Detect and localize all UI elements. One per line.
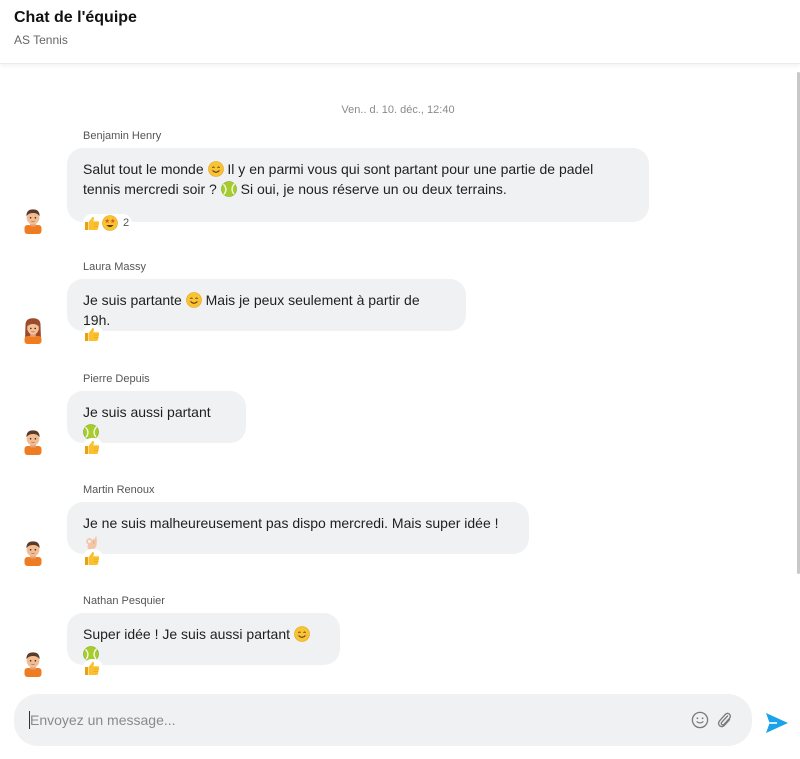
thumbs-up-emoji-icon [84, 550, 100, 566]
message-composer [14, 694, 752, 746]
message-sender: Martin Renoux [83, 484, 155, 496]
reaction-count: 2 [123, 217, 130, 229]
avatar[interactable] [22, 316, 44, 344]
message-text: Super idée ! Je suis aussi partant [83, 626, 291, 642]
message-text: Je suis aussi partant [83, 404, 211, 420]
date-separator: Ven.. d. 10. déc., 12:40 [341, 104, 455, 116]
message-reactions[interactable]: 2 [83, 214, 133, 232]
smiling-face-emoji-icon [186, 292, 202, 308]
message-text: tennis mercredi soir ? [83, 181, 217, 197]
message-bubble[interactable]: Je suis aussi partant [67, 391, 246, 443]
chat-title: Chat de l'équipe [14, 9, 137, 26]
team-name: AS Tennis [14, 33, 68, 47]
chat-header: Chat de l'équipe AS Tennis [0, 0, 800, 64]
tennis-ball-emoji-icon [221, 181, 237, 197]
message-text: Salut tout le monde [83, 161, 204, 177]
message-bubble[interactable]: Je suis partante Mais je peux seulement … [67, 279, 466, 331]
message-sender: Benjamin Henry [83, 130, 162, 142]
message-text: Je ne suis malheureusement pas dispo mer… [83, 515, 499, 531]
send-icon[interactable] [764, 710, 790, 736]
avatar[interactable] [22, 649, 44, 677]
message-input[interactable] [30, 694, 670, 746]
message-feed[interactable]: Ven.. d. 10. déc., 12:40 Benjamin Henry … [0, 64, 796, 682]
message-reactions[interactable] [83, 659, 103, 677]
star-struck-emoji-icon [102, 215, 118, 231]
message-text: Il y en parmi vous qui sont partant pour… [227, 161, 594, 177]
thumbs-up-emoji-icon [84, 660, 100, 676]
avatar[interactable] [22, 427, 44, 455]
avatar[interactable] [22, 206, 44, 234]
thumbs-up-emoji-icon [84, 439, 100, 455]
attachment-icon[interactable] [715, 710, 733, 730]
message-reactions[interactable] [83, 438, 103, 456]
thumbs-up-emoji-icon [84, 215, 100, 231]
emoji-picker-icon[interactable] [691, 711, 709, 729]
smiling-face-emoji-icon [294, 626, 310, 642]
message-bubble[interactable]: Super idée ! Je suis aussi partant [67, 613, 340, 665]
message-sender: Nathan Pesquier [83, 595, 165, 607]
message-sender: Laura Massy [83, 261, 146, 273]
thumbs-up-emoji-icon [84, 326, 100, 342]
message-bubble[interactable]: Salut tout le monde Il y en parmi vous q… [67, 148, 649, 222]
message-bubble[interactable]: Je ne suis malheureusement pas dispo mer… [67, 502, 529, 554]
message-text: Je suis partante [83, 292, 182, 308]
message-text: Si oui, je nous réserve un ou deux terra… [240, 181, 507, 197]
avatar[interactable] [22, 538, 44, 566]
message-reactions[interactable] [83, 549, 103, 567]
smiling-face-emoji-icon [208, 161, 224, 177]
message-sender: Pierre Depuis [83, 373, 150, 385]
message-reactions[interactable] [83, 325, 103, 343]
